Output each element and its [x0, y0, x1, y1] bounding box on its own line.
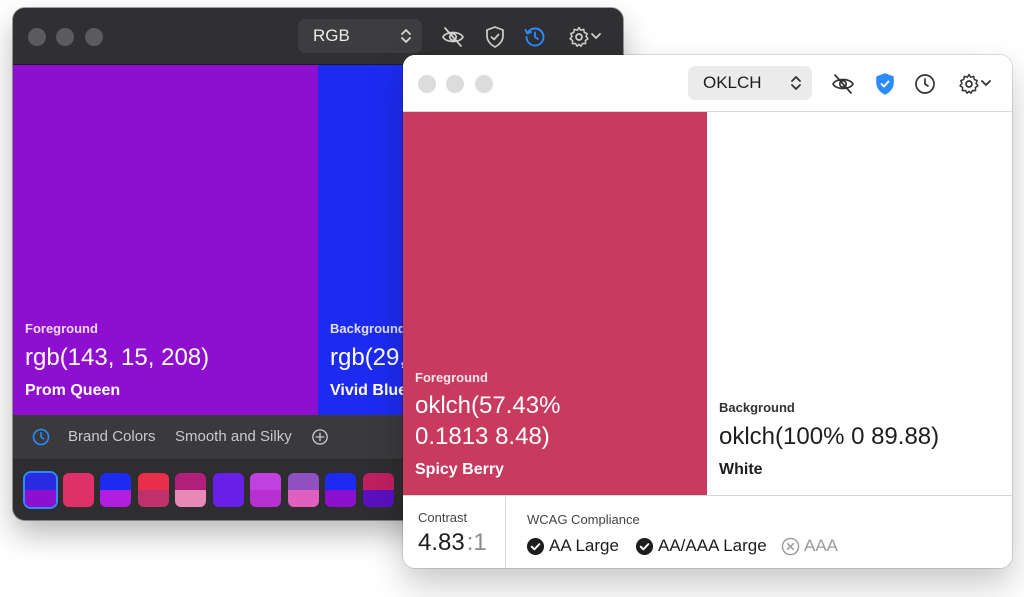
chip-background-color [62, 490, 94, 507]
shield-check-icon[interactable] [873, 72, 897, 96]
chip-background-color [362, 490, 394, 507]
foreground-label: Foreground [415, 370, 488, 385]
palette-chip[interactable] [137, 473, 169, 507]
check-circle-icon [635, 537, 654, 555]
shield-check-icon[interactable] [483, 25, 507, 49]
foreground-value-line1[interactable]: oklch(57.43% [415, 392, 560, 420]
foreground-color-name: Prom Queen [25, 382, 121, 399]
history-tab-icon[interactable] [31, 427, 51, 447]
foreground-swatch[interactable]: Foreground rgb(143, 15, 208) Prom Queen [13, 65, 318, 415]
chip-background-color [287, 490, 319, 507]
palette-tab-smooth-and-silky[interactable]: Smooth and Silky [175, 428, 292, 445]
results-footer: Contrast 4.83:1 WCAG Compliance AA Large… [403, 495, 1012, 568]
chip-foreground-color [287, 473, 319, 490]
close-button[interactable] [28, 28, 46, 46]
wcag-compliance-label: WCAG Compliance [527, 512, 640, 527]
chip-background-color [25, 490, 56, 507]
foreground-swatch[interactable]: Foreground oklch(57.43% 0.1813 8.48) Spi… [403, 112, 707, 495]
eye-slash-icon[interactable] [441, 25, 465, 49]
palette-chip[interactable] [362, 473, 394, 507]
color-format-value: RGB [313, 26, 350, 45]
wcag-level-name: AAA [804, 536, 839, 555]
foreground-color-name: Spicy Berry [415, 461, 504, 478]
contrast-label: Contrast [418, 510, 468, 525]
check-circle-icon [526, 537, 545, 555]
gear-icon[interactable] [957, 72, 981, 96]
chip-foreground-color [175, 473, 206, 490]
add-palette-icon[interactable] [311, 428, 329, 446]
wcag-level-name: AA Large [549, 536, 619, 555]
minimize-button[interactable] [446, 75, 464, 93]
eye-slash-icon[interactable] [831, 72, 855, 96]
chevron-up-down-icon [791, 76, 801, 90]
foreground-label: Foreground [25, 321, 98, 336]
close-button[interactable] [418, 75, 436, 93]
contrast-ratio-display: 4.83:1 [418, 529, 487, 557]
palette-chip[interactable] [62, 473, 94, 507]
chip-background-color [100, 490, 131, 507]
palette-chip[interactable] [287, 473, 319, 507]
chevron-down-icon[interactable] [590, 29, 602, 43]
minimize-button[interactable] [56, 28, 74, 46]
chip-background-color [212, 490, 244, 507]
wcag-badge-aaa: AAA [781, 536, 838, 556]
color-format-value: OKLCH [703, 73, 762, 92]
chip-foreground-color [212, 473, 244, 490]
wcag-badge-aa-aaa-large: AA/AAA Large [635, 536, 767, 556]
wcag-badge-aa-large: AA Large [526, 536, 619, 556]
chip-background-color [137, 490, 169, 507]
foreground-value[interactable]: rgb(143, 15, 208) [25, 344, 209, 372]
zoom-button[interactable] [475, 75, 493, 93]
chevron-up-down-icon [401, 29, 411, 43]
chip-foreground-color [62, 473, 94, 490]
chip-foreground-color [25, 473, 56, 490]
background-label: Background [719, 400, 795, 415]
chip-foreground-color [325, 473, 356, 490]
history-icon[interactable] [523, 25, 547, 49]
clock-icon[interactable] [913, 72, 937, 96]
chip-foreground-color [250, 473, 281, 490]
chip-background-color [250, 490, 281, 507]
front-window-light: OKLCH Foreground oklch(57.43% 0.1813 8.4… [403, 55, 1012, 568]
palette-chip[interactable] [212, 473, 244, 507]
background-value[interactable]: rgb(29, [330, 344, 406, 372]
gear-icon[interactable] [567, 25, 591, 49]
contrast-ratio-value: 4.83 [418, 529, 465, 556]
x-circle-icon [781, 537, 800, 555]
palette-chip[interactable] [100, 473, 131, 507]
color-format-select[interactable]: RGB [298, 19, 422, 53]
chip-background-color [325, 490, 356, 507]
background-color-name: White [719, 461, 763, 478]
color-format-select[interactable]: OKLCH [688, 66, 812, 100]
wcag-level-name: AA/AAA Large [658, 536, 767, 555]
palette-chip[interactable] [250, 473, 281, 507]
chip-foreground-color [100, 473, 131, 490]
chevron-down-icon[interactable] [980, 76, 992, 90]
palette-chip[interactable] [325, 473, 356, 507]
titlebar: OKLCH [403, 55, 1012, 112]
background-swatch[interactable]: Background oklch(100% 0 89.88) White [707, 112, 1012, 495]
palette-chip[interactable] [25, 473, 56, 507]
chip-background-color [175, 490, 206, 507]
palette-tab-brand-colors[interactable]: Brand Colors [68, 428, 156, 445]
chip-foreground-color [137, 473, 169, 490]
background-color-name: Vivid Blue [330, 382, 408, 399]
palette-chip[interactable] [175, 473, 206, 507]
contrast-ratio-suffix: :1 [466, 529, 487, 556]
background-label: Background [330, 321, 406, 336]
footer-divider [505, 496, 506, 568]
chip-foreground-color [362, 473, 394, 490]
foreground-value-line2[interactable]: 0.1813 8.48) [415, 423, 550, 451]
background-value[interactable]: oklch(100% 0 89.88) [719, 423, 939, 451]
zoom-button[interactable] [85, 28, 103, 46]
